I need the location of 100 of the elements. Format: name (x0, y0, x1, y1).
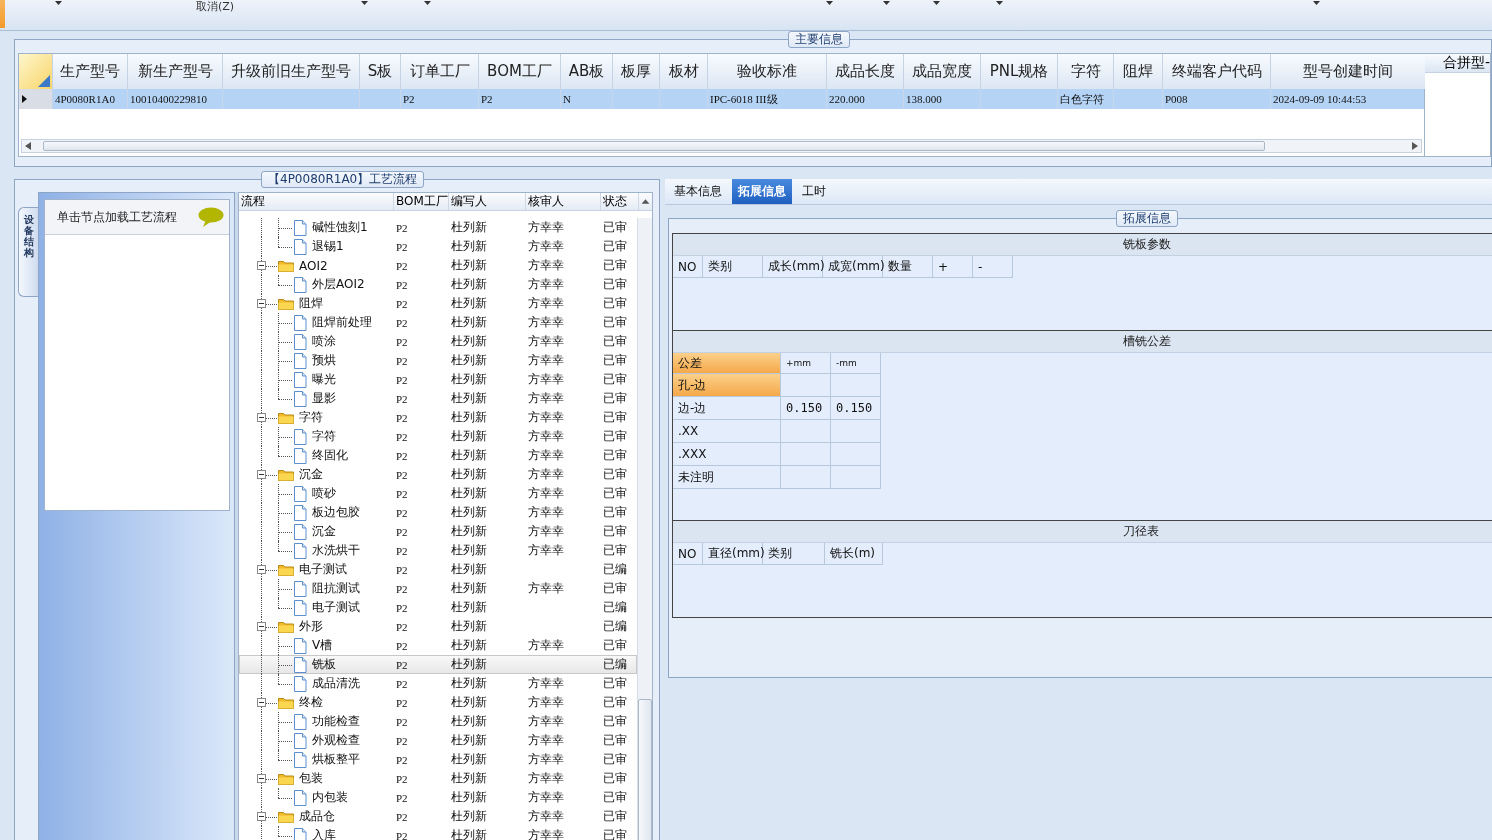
column-header[interactable]: 字符 (1058, 54, 1114, 89)
tree-row[interactable]: 功能检查 P2 杜列新 方幸幸 已审 (239, 712, 637, 731)
tree-node-label[interactable]: 预烘 (310, 351, 338, 370)
column-header[interactable]: 成宽(mm) (823, 256, 883, 278)
tree-node-label[interactable]: 内包装 (310, 788, 350, 807)
column-header[interactable]: 生产型号 (53, 54, 128, 89)
column-header[interactable]: 成长(mm) (763, 256, 823, 278)
tree-row[interactable]: 沉金 P2 杜列新 方幸幸 已审 (239, 522, 637, 541)
collapse-icon[interactable] (257, 470, 266, 479)
tree-node-label[interactable]: 外层AOI2 (310, 275, 367, 294)
tree-row[interactable]: 成品清洗 P2 杜列新 方幸幸 已审 (239, 674, 637, 693)
tree-node-label[interactable]: 电子测试 (310, 598, 362, 617)
column-header[interactable]: 数量 (883, 256, 933, 278)
tree-row[interactable]: 电子测试 P2 杜列新 已编 (239, 560, 637, 579)
column-header[interactable]: 板材 (660, 54, 708, 89)
column-header[interactable]: BOM工厂 (394, 193, 449, 210)
collapse-icon[interactable] (257, 299, 266, 308)
column-header[interactable]: NO (673, 256, 703, 278)
tree-node-label[interactable]: 成品仓 (297, 807, 337, 826)
column-header[interactable]: 板厚 (613, 54, 660, 89)
tree-node-label[interactable]: AOI2 (297, 257, 330, 274)
collapse-icon[interactable] (257, 698, 266, 707)
tree-row[interactable]: 喷涂 P2 杜列新 方幸幸 已审 (239, 332, 637, 351)
column-header[interactable]: PNL规格 (981, 54, 1058, 89)
tree-row[interactable]: 喷砂 P2 杜列新 方幸幸 已审 (239, 484, 637, 503)
tree-node-label[interactable]: 外观检查 (310, 731, 362, 750)
caret-icon[interactable] (361, 1, 369, 5)
tree-row[interactable]: 预烘 P2 杜列新 方幸幸 已审 (239, 351, 637, 370)
tree-node-label[interactable]: 曝光 (310, 370, 338, 389)
tree-node-label[interactable]: 外形 (297, 617, 325, 636)
row-header[interactable]: 孔-边 (673, 374, 781, 397)
row-header[interactable]: 边-边 (673, 397, 781, 420)
tree-row[interactable]: 内包装 P2 杜列新 方幸幸 已审 (239, 788, 637, 807)
tree-row[interactable]: 成品仓 P2 杜列新 方幸幸 已审 (239, 807, 637, 826)
caret-icon[interactable] (883, 1, 891, 5)
tree-row[interactable]: 沉金 P2 杜列新 方幸幸 已审 (239, 465, 637, 484)
tree-row[interactable]: AOI2 P2 杜列新 方幸幸 已审 (239, 256, 637, 275)
tree-row[interactable]: 字符 P2 杜列新 方幸幸 已审 (239, 427, 637, 446)
tree-node-label[interactable]: 功能检查 (310, 712, 362, 731)
scroll-left-icon[interactable] (25, 142, 31, 150)
column-header[interactable]: 验收标准 (708, 54, 827, 89)
column-header[interactable]: 合拼型- (1425, 54, 1491, 73)
tree-row[interactable]: 铣板 P2 杜列新 已编 (239, 655, 637, 674)
tree-node-label[interactable]: 字符 (297, 408, 325, 427)
column-header[interactable]: 终端客户代码 (1163, 54, 1271, 89)
tree-row[interactable]: 水洗烘干 P2 杜列新 方幸幸 已审 (239, 541, 637, 560)
tree-row[interactable]: 板边包胶 P2 杜列新 方幸幸 已审 (239, 503, 637, 522)
tree-row[interactable]: 终检 P2 杜列新 方幸幸 已审 (239, 693, 637, 712)
column-header[interactable]: 新生产型号 (128, 54, 223, 89)
tree-row[interactable]: 曝光 P2 杜列新 方幸幸 已审 (239, 370, 637, 389)
tree-node-label[interactable]: 电子测试 (297, 560, 349, 579)
tab[interactable]: 基本信息 (668, 179, 728, 204)
caret-icon[interactable] (933, 1, 941, 5)
row-header[interactable]: .XXX (673, 443, 781, 466)
tab[interactable]: 工时 (796, 179, 832, 204)
table-row[interactable]: 4P0080R1A0 10010400229810 P2 P2 N IPC-6018 III级 220.000 138.000 白色字符 P008 2024-09-09 10:44:53 (19, 89, 1424, 109)
collapse-icon[interactable] (257, 413, 266, 422)
tree-node-label[interactable]: 铣板 (310, 655, 338, 674)
row-header[interactable]: 未注明 (673, 466, 781, 489)
caret-icon[interactable] (996, 1, 1004, 5)
tree-node-label[interactable]: 阻焊前处理 (310, 313, 374, 332)
column-header[interactable]: BOM工厂 (479, 54, 561, 89)
horizontal-scrollbar[interactable] (21, 139, 1422, 153)
tree-node-label[interactable]: 烘板整平 (310, 750, 362, 769)
scroll-right-icon[interactable] (1412, 142, 1418, 150)
tree-row[interactable]: 阻焊前处理 P2 杜列新 方幸幸 已审 (239, 313, 637, 332)
tree-node-label[interactable]: 显影 (310, 389, 338, 408)
column-header[interactable]: S板 (360, 54, 401, 89)
caret-icon[interactable] (826, 1, 834, 5)
column-header[interactable]: 铣长(m) (825, 543, 883, 565)
column-header[interactable]: 订单工厂 (401, 54, 479, 89)
tree-node-label[interactable]: 退锡1 (310, 237, 346, 256)
tree-node-label[interactable]: 成品清洗 (310, 674, 362, 693)
caret-icon[interactable] (424, 1, 432, 5)
column-header[interactable]: 型号创建时间 (1271, 54, 1426, 89)
tree-row[interactable]: 外层AOI2 P2 杜列新 方幸幸 已审 (239, 275, 637, 294)
column-header[interactable]: AB板 (561, 54, 613, 89)
caret-icon[interactable] (55, 1, 62, 5)
row-header[interactable]: .XX (673, 420, 781, 443)
column-header[interactable]: 核审人 (526, 193, 601, 210)
collapse-icon[interactable] (257, 812, 266, 821)
tree-node-label[interactable]: 碱性蚀刻1 (310, 218, 370, 237)
tree-node-label[interactable]: V槽 (310, 636, 335, 655)
tree-row[interactable]: 终固化 P2 杜列新 方幸幸 已审 (239, 446, 637, 465)
tree-row[interactable]: 碱性蚀刻1 P2 杜列新 方幸幸 已审 (239, 218, 637, 237)
tree-node-label[interactable]: 字符 (310, 427, 338, 446)
tree-node-label[interactable]: 水洗烘干 (310, 541, 362, 560)
column-header[interactable]: 升级前旧生产型号 (223, 54, 360, 89)
tree-row[interactable]: 入库 P2 杜列新 方幸幸 已审 (239, 826, 637, 840)
tree-node-label[interactable]: 阻抗测试 (310, 579, 362, 598)
tree-row[interactable]: 外观检查 P2 杜列新 方幸幸 已审 (239, 731, 637, 750)
tree-row[interactable]: 阻焊 P2 杜列新 方幸幸 已审 (239, 294, 637, 313)
column-header[interactable]: +mm (781, 353, 831, 374)
tree-row[interactable]: 外形 P2 杜列新 已编 (239, 617, 637, 636)
tree-row[interactable]: 退锡1 P2 杜列新 方幸幸 已审 (239, 237, 637, 256)
collapse-icon[interactable] (257, 774, 266, 783)
tree-row[interactable]: 字符 P2 杜列新 方幸幸 已审 (239, 408, 637, 427)
tree-row[interactable]: 烘板整平 P2 杜列新 方幸幸 已审 (239, 750, 637, 769)
column-header[interactable]: 成品宽度 (904, 54, 981, 89)
column-header[interactable]: 类别 (763, 543, 825, 565)
